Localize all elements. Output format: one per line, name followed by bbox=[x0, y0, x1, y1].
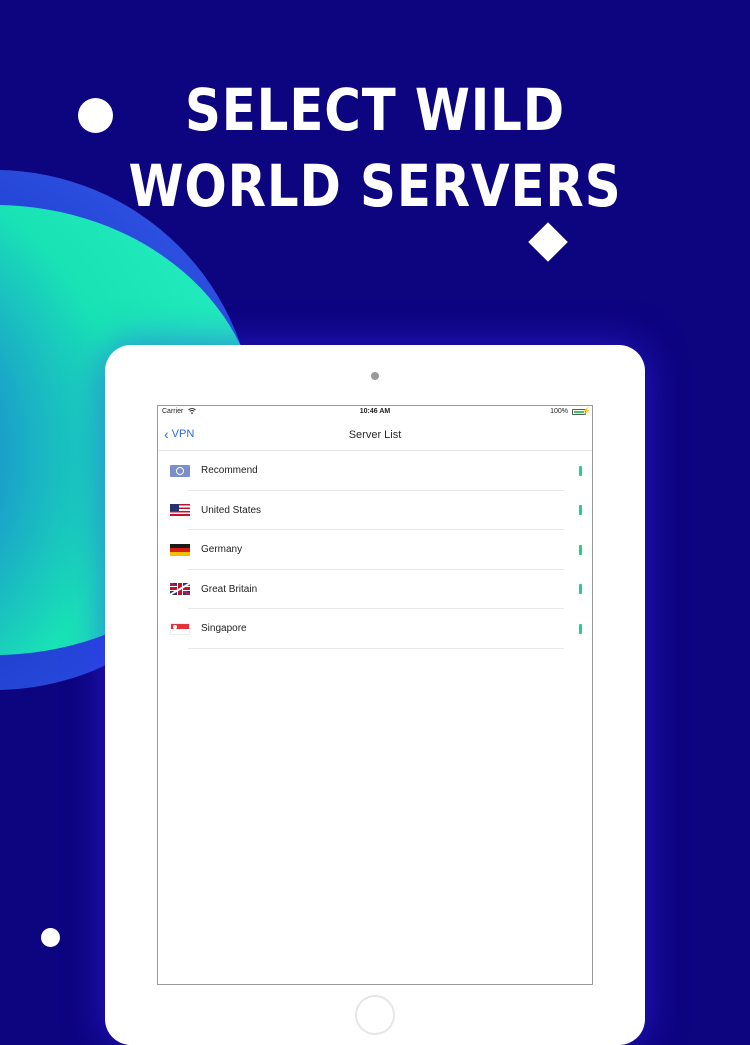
tablet-screen: Carrier 10:46 AM 100% ⚡ ‹ VPN Server Lis… bbox=[157, 405, 593, 985]
server-row-recommend[interactable]: Recommend bbox=[158, 451, 592, 491]
status-time: 10:46 AM bbox=[359, 408, 391, 415]
signal-indicator-icon bbox=[579, 505, 582, 516]
signal-indicator-icon bbox=[579, 584, 582, 595]
headline: SELECT WILD WORLD SERVERS bbox=[53, 72, 698, 224]
battery-percent: 100% bbox=[550, 408, 568, 415]
tablet-camera bbox=[371, 372, 379, 380]
server-row-germany[interactable]: Germany bbox=[158, 530, 592, 570]
server-name: Germany bbox=[201, 544, 243, 556]
headline-line-2: WORLD SERVERS bbox=[128, 152, 622, 220]
tablet-frame: Carrier 10:46 AM 100% ⚡ ‹ VPN Server Lis… bbox=[105, 345, 645, 1045]
gb-flag-icon bbox=[170, 583, 190, 596]
home-button[interactable] bbox=[355, 995, 395, 1035]
charging-icon: ⚡ bbox=[582, 408, 591, 415]
status-bar: Carrier 10:46 AM 100% ⚡ bbox=[158, 406, 592, 420]
headline-line-1: SELECT WILD bbox=[184, 76, 566, 144]
navigation-bar: ‹ VPN Server List bbox=[158, 420, 592, 451]
germany-flag-icon bbox=[170, 543, 190, 556]
page-title: Server List bbox=[348, 429, 402, 441]
signal-indicator-icon bbox=[579, 465, 582, 476]
singapore-flag-icon bbox=[170, 622, 190, 635]
signal-indicator-icon bbox=[579, 623, 582, 634]
server-row-united-states[interactable]: United States bbox=[158, 491, 592, 531]
server-name: Great Britain bbox=[201, 583, 258, 595]
server-row-great-britain[interactable]: Great Britain bbox=[158, 570, 592, 610]
server-row-singapore[interactable]: Singapore bbox=[158, 609, 592, 649]
server-name: Recommend bbox=[201, 465, 258, 477]
world-flag-icon bbox=[170, 464, 190, 477]
signal-indicator-icon bbox=[579, 544, 582, 555]
server-name: United States bbox=[201, 504, 262, 516]
decorative-dot-small bbox=[41, 928, 60, 947]
server-list: Recommend United States Germany Great Br… bbox=[158, 451, 592, 649]
us-flag-icon bbox=[170, 504, 190, 517]
server-name: Singapore bbox=[201, 623, 247, 635]
decorative-diamond bbox=[528, 222, 568, 262]
